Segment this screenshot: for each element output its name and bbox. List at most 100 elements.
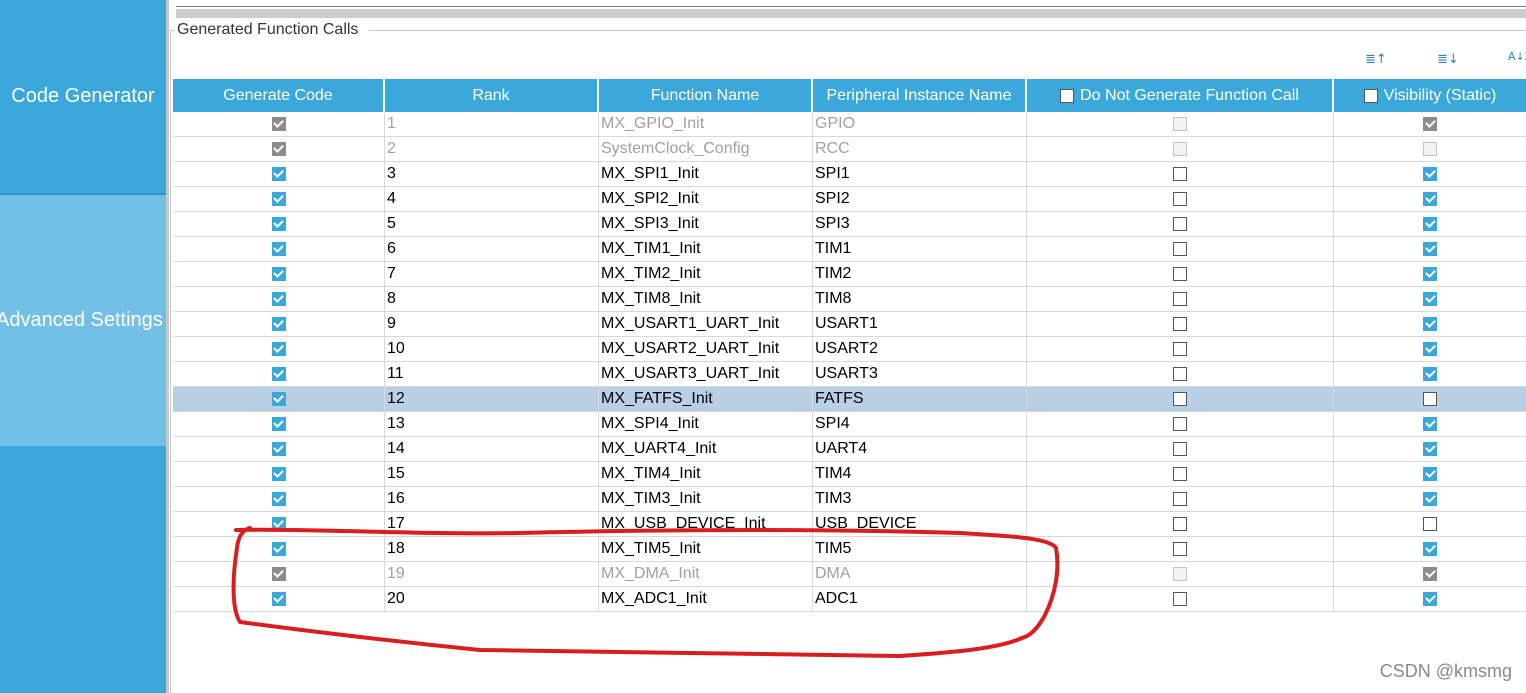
cell-visibility[interactable] — [1334, 487, 1526, 511]
cell-do-not-generate[interactable] — [1027, 412, 1334, 436]
table-row[interactable]: 8 MX_TIM8_Init TIM8 — [173, 287, 1526, 312]
do-not-generate-checkbox[interactable] — [1173, 417, 1187, 431]
do-not-generate-checkbox[interactable] — [1173, 317, 1187, 331]
table-row[interactable]: 7 MX_TIM2_Init TIM2 — [173, 262, 1526, 287]
cell-peripheral-instance[interactable]: SPI1 — [813, 162, 1027, 186]
cell-rank[interactable]: 3 — [385, 162, 599, 186]
cell-function-name[interactable]: MX_SPI1_Init — [599, 162, 813, 186]
cell-function-name[interactable]: MX_FATFS_Init — [599, 387, 813, 411]
cell-visibility[interactable] — [1334, 137, 1526, 161]
table-row[interactable]: 15 MX_TIM4_Init TIM4 — [173, 462, 1526, 487]
visibility-checkbox[interactable] — [1423, 492, 1437, 506]
generate-code-checkbox[interactable] — [271, 167, 286, 181]
cell-peripheral-instance[interactable]: TIM5 — [813, 537, 1027, 561]
cell-function-name[interactable]: MX_USART1_UART_Init — [599, 312, 813, 336]
cell-generate-code[interactable] — [173, 412, 385, 436]
cell-visibility[interactable] — [1334, 337, 1526, 361]
cell-visibility[interactable] — [1334, 362, 1526, 386]
cell-peripheral-instance[interactable]: ADC1 — [813, 587, 1027, 611]
generate-code-checkbox[interactable] — [271, 342, 286, 356]
visibility-checkbox[interactable] — [1423, 342, 1437, 356]
table-row[interactable]: 2 SystemClock_Config RCC — [173, 137, 1526, 162]
generate-code-checkbox[interactable] — [271, 517, 286, 531]
cell-peripheral-instance[interactable]: TIM8 — [813, 287, 1027, 311]
cell-function-name[interactable]: MX_SPI2_Init — [599, 187, 813, 211]
cell-visibility[interactable] — [1334, 262, 1526, 286]
table-row[interactable]: 12 MX_FATFS_Init FATFS — [173, 387, 1526, 412]
cell-function-name[interactable]: MX_TIM3_Init — [599, 487, 813, 511]
cell-generate-code[interactable] — [173, 187, 385, 211]
generate-code-checkbox[interactable] — [271, 292, 286, 306]
cell-visibility[interactable] — [1334, 287, 1526, 311]
cell-visibility[interactable] — [1334, 312, 1526, 336]
cell-do-not-generate[interactable] — [1027, 562, 1334, 586]
cell-rank[interactable]: 17 — [385, 512, 599, 536]
do-not-generate-checkbox[interactable] — [1173, 442, 1187, 456]
cell-peripheral-instance[interactable]: USART3 — [813, 362, 1027, 386]
visibility-checkbox[interactable] — [1423, 392, 1437, 406]
cell-visibility[interactable] — [1334, 237, 1526, 261]
cell-function-name[interactable]: SystemClock_Config — [599, 137, 813, 161]
table-row[interactable]: 20 MX_ADC1_Init ADC1 — [173, 587, 1526, 612]
cell-do-not-generate[interactable] — [1027, 137, 1334, 161]
visibility-checkbox[interactable] — [1423, 467, 1437, 481]
cell-generate-code[interactable] — [173, 262, 385, 286]
horizontal-scrollbar[interactable] — [176, 9, 1526, 18]
table-row[interactable]: 3 MX_SPI1_Init SPI1 — [173, 162, 1526, 187]
do-not-generate-checkbox[interactable] — [1173, 542, 1187, 556]
generate-code-checkbox[interactable] — [271, 317, 286, 331]
cell-visibility[interactable] — [1334, 412, 1526, 436]
cell-rank[interactable]: 18 — [385, 537, 599, 561]
cell-do-not-generate[interactable] — [1027, 587, 1334, 611]
generate-code-checkbox[interactable] — [271, 542, 286, 556]
cell-rank[interactable]: 12 — [385, 387, 599, 411]
cell-peripheral-instance[interactable]: UART4 — [813, 437, 1027, 461]
visibility-checkbox[interactable] — [1423, 592, 1437, 606]
cell-peripheral-instance[interactable]: FATFS — [813, 387, 1027, 411]
do-not-generate-checkbox[interactable] — [1173, 192, 1187, 206]
table-row[interactable]: 19 MX_DMA_Init DMA — [173, 562, 1526, 587]
select-all-checkbox[interactable] — [1060, 88, 1075, 103]
visibility-checkbox[interactable] — [1423, 442, 1437, 456]
cell-visibility[interactable] — [1334, 512, 1526, 536]
cell-rank[interactable]: 10 — [385, 337, 599, 361]
cell-do-not-generate[interactable] — [1027, 287, 1334, 311]
table-row[interactable]: 1 MX_GPIO_Init GPIO — [173, 112, 1526, 137]
cell-function-name[interactable]: MX_USART3_UART_Init — [599, 362, 813, 386]
do-not-generate-checkbox[interactable] — [1173, 392, 1187, 406]
sort-alpha-icon[interactable]: A↓Z — [1508, 51, 1526, 62]
table-row[interactable]: 17 MX_USB_DEVICE_Init USB_DEVICE — [173, 512, 1526, 537]
table-row[interactable]: 10 MX_USART2_UART_Init USART2 — [173, 337, 1526, 362]
cell-generate-code[interactable] — [173, 487, 385, 511]
do-not-generate-checkbox[interactable] — [1173, 517, 1187, 531]
generate-code-checkbox[interactable] — [271, 367, 286, 381]
visibility-checkbox[interactable] — [1423, 542, 1437, 556]
cell-generate-code[interactable] — [173, 337, 385, 361]
cell-generate-code[interactable] — [173, 137, 385, 161]
cell-function-name[interactable]: MX_TIM5_Init — [599, 537, 813, 561]
do-not-generate-checkbox[interactable] — [1173, 292, 1187, 306]
cell-function-name[interactable]: MX_UART4_Init — [599, 437, 813, 461]
cell-visibility[interactable] — [1334, 587, 1526, 611]
cell-peripheral-instance[interactable]: DMA — [813, 562, 1027, 586]
generate-code-checkbox[interactable] — [271, 192, 286, 206]
generate-code-checkbox[interactable] — [271, 217, 286, 231]
cell-do-not-generate[interactable] — [1027, 537, 1334, 561]
cell-visibility[interactable] — [1334, 437, 1526, 461]
cell-visibility[interactable] — [1334, 162, 1526, 186]
cell-do-not-generate[interactable] — [1027, 337, 1334, 361]
visibility-checkbox[interactable] — [1423, 192, 1437, 206]
cell-function-name[interactable]: MX_ADC1_Init — [599, 587, 813, 611]
table-row[interactable]: 11 MX_USART3_UART_Init USART3 — [173, 362, 1526, 387]
move-down-icon[interactable]: ≣↓ — [1437, 52, 1459, 67]
sidebar-item-advanced-settings[interactable]: Advanced Settings — [0, 195, 166, 446]
cell-generate-code[interactable] — [173, 162, 385, 186]
cell-generate-code[interactable] — [173, 387, 385, 411]
cell-peripheral-instance[interactable]: TIM2 — [813, 262, 1027, 286]
cell-function-name[interactable]: MX_SPI4_Init — [599, 412, 813, 436]
cell-do-not-generate[interactable] — [1027, 362, 1334, 386]
cell-do-not-generate[interactable] — [1027, 212, 1334, 236]
cell-visibility[interactable] — [1334, 212, 1526, 236]
column-header-generate-code[interactable]: Generate Code — [173, 79, 385, 112]
do-not-generate-checkbox[interactable] — [1173, 592, 1187, 606]
